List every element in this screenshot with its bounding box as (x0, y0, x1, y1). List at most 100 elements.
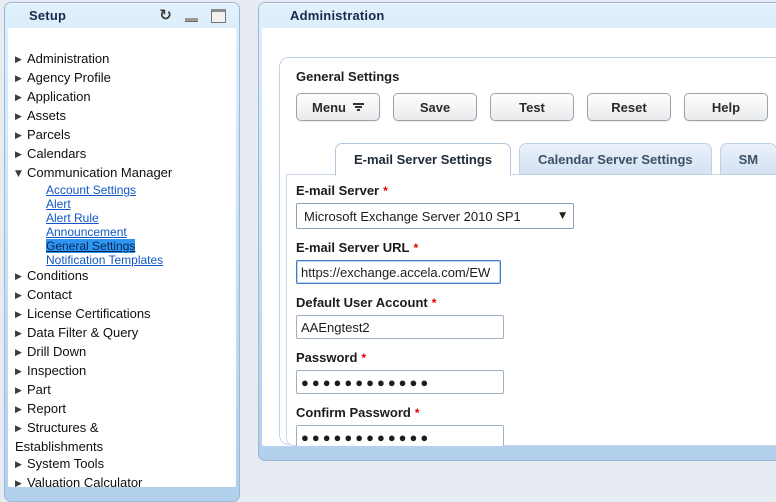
tree-item-data-filter-query[interactable]: ▶Data Filter & Query (15, 324, 185, 343)
email-server-settings-tab-panel: E-mail Server*Microsoft Exchange Server … (286, 174, 776, 446)
tree-item-drill-down[interactable]: ▶Drill Down (15, 343, 185, 362)
button-label: Reset (611, 100, 646, 115)
expand-arrow-icon[interactable]: ▶ (15, 364, 27, 381)
expand-arrow-icon[interactable]: ▶ (15, 402, 27, 419)
administration-panel-header: Administration (262, 3, 776, 28)
tree-link-label[interactable]: General Settings (46, 239, 135, 253)
tree-item-communication-manager[interactable]: ▼Communication Manager (15, 164, 185, 183)
field-confirm-password: Confirm Password* (296, 405, 776, 446)
tree-item-inspection[interactable]: ▶Inspection (15, 362, 185, 381)
field-label-text: E-mail Server (296, 183, 379, 198)
expand-arrow-icon[interactable]: ▶ (15, 128, 27, 145)
tree-item-structures-establishments[interactable]: ▶Structures & Establishments (15, 419, 185, 455)
expand-arrow-icon[interactable]: ▶ (15, 71, 27, 88)
menu-button[interactable]: Menu (296, 93, 380, 121)
setup-panel-header: Setup ↻ (8, 3, 236, 28)
expand-arrow-icon[interactable]: ▶ (15, 383, 27, 400)
tree-item-label: Contact (27, 287, 72, 302)
help-button[interactable]: Help (684, 93, 768, 121)
e-mail-server-select[interactable]: Microsoft Exchange Server 2010 SP1▼ (296, 203, 574, 229)
tree-item-label: Administration (27, 51, 109, 66)
tree-link-alert[interactable]: Alert (46, 197, 234, 211)
setup-panel-title: Setup (29, 8, 66, 23)
e-mail-server-url-input[interactable] (296, 260, 501, 284)
button-label: Test (519, 100, 545, 115)
expand-arrow-icon[interactable]: ▶ (15, 345, 27, 362)
administration-panel-body: General Settings Menu Save Test Reset Help E… (262, 28, 776, 446)
tree-link-alert-rule[interactable]: Alert Rule (46, 211, 234, 225)
tree-item-application[interactable]: ▶Application (15, 88, 185, 107)
tree-item-valuation-calculator[interactable]: ▶Valuation Calculator (15, 474, 185, 487)
field-label: E-mail Server URL* (296, 240, 776, 255)
tab-calendar-server-settings[interactable]: Calendar Server Settings (519, 143, 712, 175)
field-label: E-mail Server* (296, 183, 776, 198)
required-asterisk: * (415, 406, 420, 420)
tree-item-label: Part (27, 382, 51, 397)
field-label: Confirm Password* (296, 405, 776, 420)
administration-panel: Administration General Settings Menu Save… (258, 2, 776, 461)
tab-e-mail-server-settings[interactable]: E-mail Server Settings (335, 143, 511, 176)
tree-item-report[interactable]: ▶Report (15, 400, 185, 419)
administration-panel-title: Administration (290, 8, 385, 23)
expand-arrow-icon[interactable]: ▶ (15, 288, 27, 305)
tree-link-label[interactable]: Notification Templates (46, 253, 163, 267)
setup-panel: Setup ↻ ▶Administration▶Agency Profile▶A… (4, 2, 240, 502)
confirm-password-input[interactable] (296, 425, 504, 446)
general-settings-portlet: General Settings Menu Save Test Reset Help E… (279, 57, 776, 445)
desktop: { "colors": { "selection_highlight": "#2… (0, 0, 776, 475)
password-input[interactable] (296, 370, 504, 394)
tree-link-label[interactable]: Announcement (46, 225, 127, 239)
minimize-icon[interactable] (185, 18, 198, 22)
tree-item-assets[interactable]: ▶Assets (15, 107, 185, 126)
tree-link-label[interactable]: Alert (46, 197, 71, 211)
field-password: Password* (296, 350, 776, 394)
tab-sm[interactable]: SM (720, 143, 776, 175)
collapse-arrow-icon[interactable]: ▼ (15, 166, 27, 183)
tree-item-label: Report (27, 401, 66, 416)
tree-item-label: Assets (27, 108, 66, 123)
setup-tree: ▶Administration▶Agency Profile▶Applicati… (8, 28, 236, 487)
tree-item-label: Parcels (27, 127, 70, 142)
maximize-icon[interactable] (211, 9, 226, 23)
expand-arrow-icon[interactable]: ▶ (15, 326, 27, 343)
tree-item-conditions[interactable]: ▶Conditions (15, 267, 185, 286)
tree-link-announcement[interactable]: Announcement (46, 225, 234, 239)
field-label: Default User Account* (296, 295, 776, 310)
tree-item-agency-profile[interactable]: ▶Agency Profile (15, 69, 185, 88)
default-user-account-input[interactable] (296, 315, 504, 339)
expand-arrow-icon[interactable]: ▶ (15, 269, 27, 286)
save-button[interactable]: Save (393, 93, 477, 121)
tree-item-license-certifications[interactable]: ▶License Certifications (15, 305, 185, 324)
expand-arrow-icon[interactable]: ▶ (15, 52, 27, 69)
tree-link-general-settings[interactable]: General Settings (46, 239, 234, 253)
expand-arrow-icon[interactable]: ▶ (15, 147, 27, 164)
tree-link-account-settings[interactable]: Account Settings (46, 183, 234, 197)
tree-link-label[interactable]: Account Settings (46, 183, 136, 197)
select-value: Microsoft Exchange Server 2010 SP1 (304, 209, 521, 224)
setup-panel-body: ▶Administration▶Agency Profile▶Applicati… (8, 28, 236, 487)
tree-item-administration[interactable]: ▶Administration (15, 50, 185, 69)
tree-item-parcels[interactable]: ▶Parcels (15, 126, 185, 145)
tab-bar: E-mail Server SettingsCalendar Server Se… (335, 143, 776, 175)
expand-arrow-icon[interactable]: ▶ (15, 476, 27, 487)
portlet-title: General Settings (296, 69, 776, 84)
tree-link-notification-templates[interactable]: Notification Templates (46, 253, 234, 267)
field-label-text: Password (296, 350, 357, 365)
field-label-text: Default User Account (296, 295, 428, 310)
expand-arrow-icon[interactable]: ▶ (15, 90, 27, 107)
expand-arrow-icon[interactable]: ▶ (15, 109, 27, 126)
tree-item-contact[interactable]: ▶Contact (15, 286, 185, 305)
tree-link-label[interactable]: Alert Rule (46, 211, 99, 225)
button-label: Help (712, 100, 740, 115)
expand-arrow-icon[interactable]: ▶ (15, 307, 27, 324)
expand-arrow-icon[interactable]: ▶ (15, 421, 27, 438)
tree-item-part[interactable]: ▶Part (15, 381, 185, 400)
tree-item-label: Agency Profile (27, 70, 111, 85)
test-button[interactable]: Test (490, 93, 574, 121)
refresh-icon[interactable]: ↻ (159, 8, 172, 23)
reset-button[interactable]: Reset (587, 93, 671, 121)
expand-arrow-icon[interactable]: ▶ (15, 457, 27, 474)
tree-item-calendars[interactable]: ▶Calendars (15, 145, 185, 164)
tree-item-system-tools[interactable]: ▶System Tools (15, 455, 185, 474)
field-e-mail-server: E-mail Server* Microsoft Exchange Server … (296, 183, 776, 229)
